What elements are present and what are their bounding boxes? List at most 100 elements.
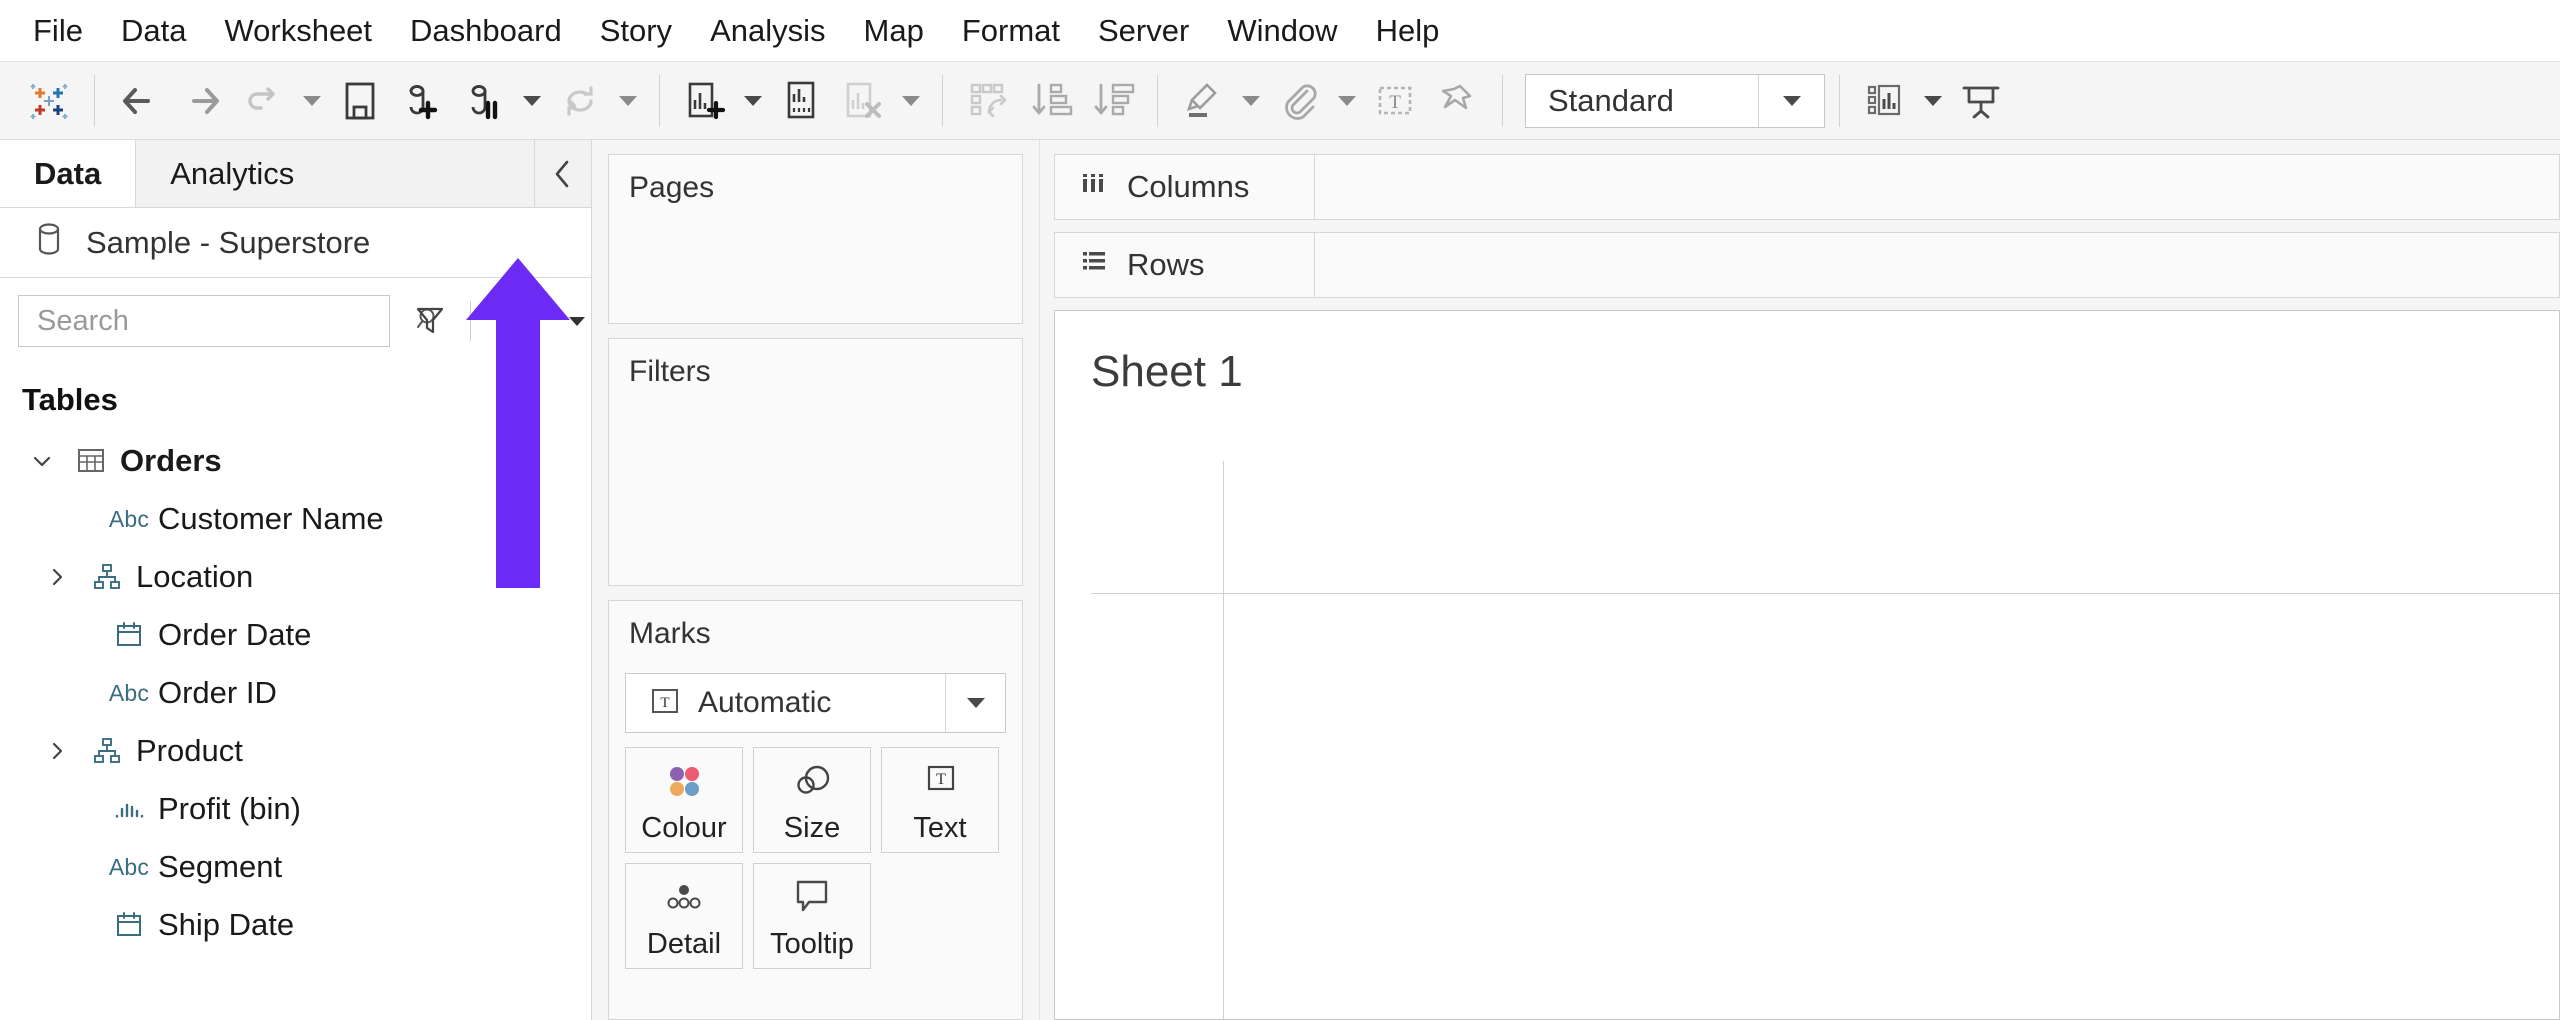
menu-item-server[interactable]: Server: [1079, 15, 1208, 46]
marks-detail-label: Detail: [647, 928, 721, 961]
clear-sheet-icon[interactable]: [832, 70, 894, 132]
fit-select[interactable]: Standard: [1525, 74, 1825, 128]
field-row-location[interactable]: Location: [0, 548, 591, 606]
new-sheet-dropdown-icon[interactable]: [736, 70, 770, 132]
field-row-order-date[interactable]: Order Date: [0, 606, 591, 664]
toolbar-divider: [94, 75, 95, 127]
columns-label: Columns: [1127, 169, 1249, 205]
pause-auto-update-icon[interactable]: [453, 70, 515, 132]
pages-shelf[interactable]: Pages: [608, 154, 1023, 324]
marks-text-button[interactable]: T Text: [881, 747, 999, 853]
paperclip-icon[interactable]: [1268, 70, 1330, 132]
field-row-order-id[interactable]: Abc Order ID: [0, 664, 591, 722]
tab-analytics[interactable]: Analytics: [136, 140, 535, 207]
highlighter-dropdown-icon[interactable]: [1234, 70, 1268, 132]
columns-icon: [1079, 169, 1109, 205]
columns-shelf-label-wrapper: Columns: [1055, 155, 1315, 219]
duplicate-sheet-icon[interactable]: [770, 70, 832, 132]
rows-shelf-label-wrapper: Rows: [1055, 233, 1315, 297]
mark-type-value-wrapper[interactable]: T Automatic: [626, 674, 945, 732]
marks-detail-button[interactable]: Detail: [625, 863, 743, 969]
field-row-ship-date[interactable]: Ship Date: [0, 896, 591, 954]
field-row-segment[interactable]: Abc Segment: [0, 838, 591, 896]
menu-item-analysis[interactable]: Analysis: [691, 15, 844, 46]
show-me-icon[interactable]: [1854, 70, 1916, 132]
marks-tooltip-button[interactable]: Tooltip: [753, 863, 871, 969]
field-label: Location: [136, 559, 253, 595]
worksheet-canvas[interactable]: Sheet 1: [1054, 310, 2560, 1020]
columns-shelf[interactable]: Columns: [1054, 154, 2560, 220]
pushpin-icon[interactable]: [1426, 70, 1488, 132]
marks-text-label: Text: [913, 812, 966, 845]
rows-drop-area[interactable]: [1315, 233, 2559, 297]
sort-ascending-icon[interactable]: [1019, 70, 1081, 132]
mark-type-select[interactable]: T Automatic: [625, 673, 1006, 733]
chevron-collapsed-icon[interactable]: [38, 740, 78, 762]
chevron-left-icon[interactable]: [535, 140, 591, 207]
menu-item-help[interactable]: Help: [1357, 15, 1459, 46]
search-input-wrapper[interactable]: [18, 295, 390, 347]
hierarchy-icon: [78, 736, 136, 766]
filters-shelf[interactable]: Filters: [608, 338, 1023, 586]
save-icon[interactable]: [329, 70, 391, 132]
marks-card: Marks T Automatic Colour: [608, 600, 1023, 1020]
menu-item-data[interactable]: Data: [102, 15, 205, 46]
show-me-dropdown-icon[interactable]: [1916, 70, 1950, 132]
redo-dropdown-icon[interactable]: [295, 70, 329, 132]
refresh-data-source-icon[interactable]: [549, 70, 611, 132]
data-pane: Data Analytics Sample - Superstore: [0, 140, 592, 1020]
presentation-mode-icon[interactable]: [1950, 70, 2012, 132]
group-by-table-icon[interactable]: [485, 295, 537, 347]
paperclip-dropdown-icon[interactable]: [1330, 70, 1364, 132]
redo-icon[interactable]: [233, 70, 295, 132]
fit-select-caret-icon[interactable]: [1758, 75, 1824, 127]
menu-item-worksheet[interactable]: Worksheet: [205, 15, 391, 46]
tableau-logo-icon[interactable]: [18, 70, 80, 132]
field-row-customer-name[interactable]: Abc Customer Name: [0, 490, 591, 548]
sort-descending-icon[interactable]: [1081, 70, 1143, 132]
chevron-expanded-icon[interactable]: [22, 449, 62, 473]
field-row-profit-bin[interactable]: Profit (bin): [0, 780, 591, 838]
new-data-source-icon[interactable]: [391, 70, 453, 132]
chevron-down-icon[interactable]: [551, 295, 603, 347]
refresh-dropdown-icon[interactable]: [611, 70, 645, 132]
new-worksheet-icon[interactable]: [674, 70, 736, 132]
mark-type-caret-icon[interactable]: [945, 674, 1005, 732]
data-source-row[interactable]: Sample - Superstore: [0, 208, 591, 278]
funnel-filter-icon[interactable]: [404, 295, 456, 347]
marks-size-button[interactable]: Size: [753, 747, 871, 853]
search-divider: [470, 301, 471, 341]
clear-dropdown-icon[interactable]: [894, 70, 928, 132]
view-column: Columns Rows Sheet 1: [1040, 140, 2560, 1020]
chevron-collapsed-icon[interactable]: [38, 566, 78, 588]
calendar-icon: [100, 620, 158, 650]
menu-item-window[interactable]: Window: [1208, 15, 1356, 46]
forward-arrow-icon[interactable]: [171, 70, 233, 132]
field-label: Order Date: [158, 617, 311, 653]
swap-rows-columns-icon[interactable]: [957, 70, 1019, 132]
highlighter-icon[interactable]: [1172, 70, 1234, 132]
text-mark-icon: T: [648, 687, 682, 720]
workspace: Data Analytics Sample - Superstore: [0, 140, 2560, 1020]
sheet-title[interactable]: Sheet 1: [1055, 311, 2559, 397]
search-input[interactable]: [37, 305, 414, 338]
tab-data[interactable]: Data: [0, 140, 136, 207]
tooltip-bubble-icon: [789, 872, 835, 922]
field-row-product[interactable]: Product: [0, 722, 591, 780]
menu-item-map[interactable]: Map: [845, 15, 943, 46]
svg-text:T: T: [660, 695, 669, 711]
text-box-icon[interactable]: T: [1364, 70, 1426, 132]
menu-item-format[interactable]: Format: [943, 15, 1079, 46]
abc-string-icon: Abc: [100, 680, 158, 707]
field-row-orders[interactable]: Orders: [0, 432, 591, 490]
menu-item-story[interactable]: Story: [581, 15, 691, 46]
field-label: Product: [136, 733, 243, 769]
menu-item-dashboard[interactable]: Dashboard: [391, 15, 581, 46]
rows-shelf[interactable]: Rows: [1054, 232, 2560, 298]
marks-colour-button[interactable]: Colour: [625, 747, 743, 853]
menu-item-file[interactable]: File: [14, 15, 102, 46]
pause-dropdown-icon[interactable]: [515, 70, 549, 132]
back-arrow-icon[interactable]: [109, 70, 171, 132]
marks-size-label: Size: [784, 812, 840, 845]
columns-drop-area[interactable]: [1315, 155, 2559, 219]
